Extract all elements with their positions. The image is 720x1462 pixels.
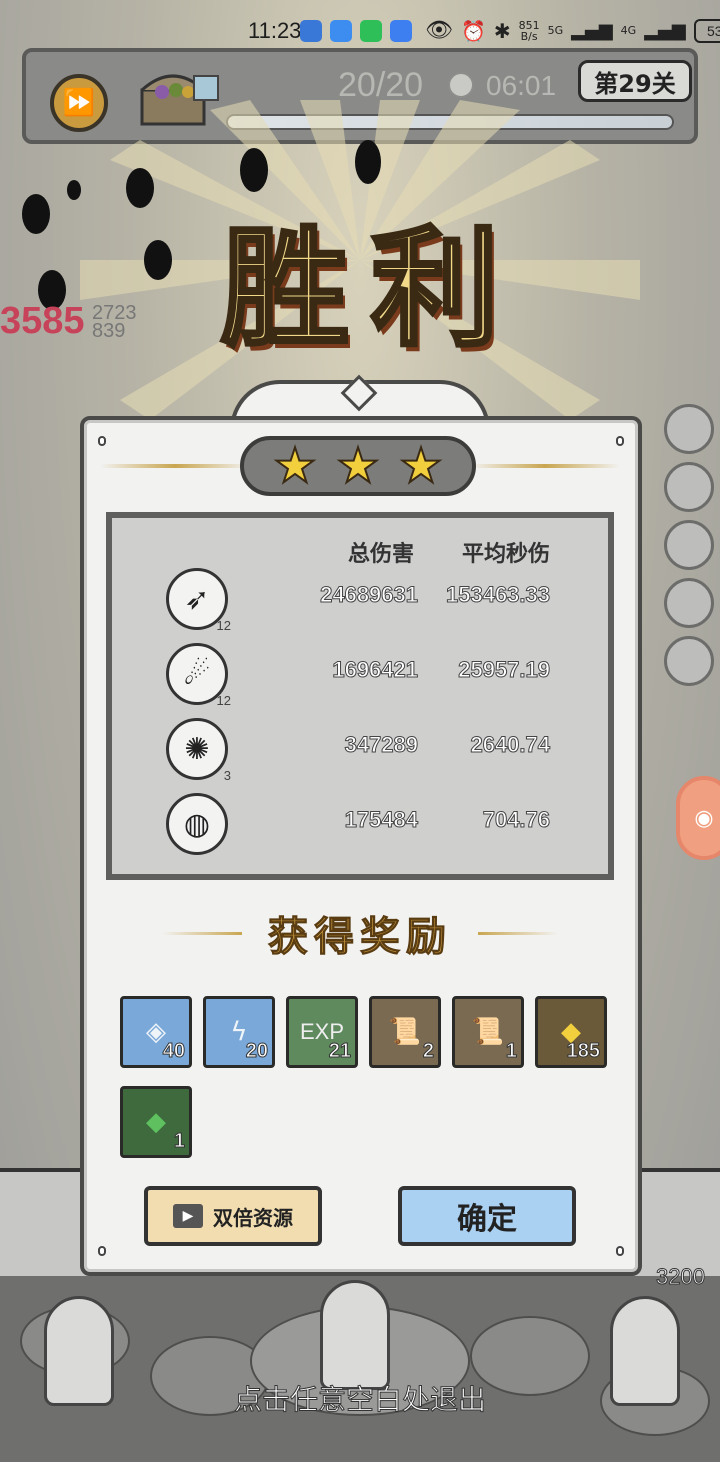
total-damage-value: 24689631 xyxy=(320,582,419,608)
skill-level: 3 xyxy=(223,768,231,783)
battery-indicator: 53 xyxy=(693,18,720,43)
scroll-hat-icon: 📜 xyxy=(388,1017,422,1047)
reward-item[interactable]: EXP 21 xyxy=(286,996,358,1068)
scroll-boot-icon: 📜 xyxy=(471,1017,505,1047)
fire-orb-skill-icon: ◍ xyxy=(166,793,228,855)
signal-5g: 5G xyxy=(547,24,564,37)
side-skill-icon[interactable] xyxy=(664,462,714,512)
floating-damage-number: 3585 xyxy=(0,300,85,342)
damage-stats-table: 总伤害 平均秒伤 ➶ 12 24689631 153463.33 ☄ 12 1696421 2… xyxy=(106,512,614,880)
header-total-damage: 总伤害 xyxy=(348,541,415,567)
signal-4g: 4G xyxy=(620,24,637,37)
voice-icon xyxy=(390,20,412,42)
reward-item[interactable]: 📜 1 xyxy=(452,996,524,1068)
wechat-icon xyxy=(360,20,382,42)
alarm-icon: ⏰ xyxy=(460,18,486,43)
main-hero xyxy=(320,1280,390,1390)
reward-count: 2 xyxy=(422,1040,434,1063)
clock-icon xyxy=(448,72,474,98)
victory-char-1: 胜 xyxy=(219,212,351,366)
victory-title: 胜 利 xyxy=(190,192,530,366)
record-button[interactable]: ◉ xyxy=(676,776,720,860)
double-resources-button[interactable]: ▶ 双倍资源 xyxy=(144,1186,322,1246)
message-icon xyxy=(330,20,352,42)
floating-damage-small: 2723 839 xyxy=(92,302,137,342)
avg-dps-value: 704.76 xyxy=(482,807,550,833)
arrow-streak-skill-icon: ☄ 12 xyxy=(166,643,231,708)
stats-row: ◍ 175484 704.76 xyxy=(112,793,608,863)
net-speed: 851 B/s xyxy=(518,18,540,43)
wall-hp: 3200 xyxy=(656,1264,706,1290)
star-icon: ★ xyxy=(399,438,444,494)
exit-hint[interactable]: 点击任意空白处退出 xyxy=(0,1378,720,1418)
reward-title: 获得奖励 xyxy=(268,913,452,961)
camera-icon: ◉ xyxy=(694,805,714,831)
side-skill-icon[interactable] xyxy=(664,404,714,454)
header-avg-dps: 平均秒伤 xyxy=(462,541,551,567)
level-label: 第29关 xyxy=(578,60,692,102)
side-skill-icon[interactable] xyxy=(664,578,714,628)
reward-item[interactable]: ϟ 20 xyxy=(203,996,275,1068)
side-skill-icon[interactable] xyxy=(664,636,714,686)
gold-divider-left xyxy=(100,464,250,468)
status-bar: 11:23 👁 ⏰ ✱ 851 B/s 5G ▂▄▆ 4G ▂▄▆ 53 xyxy=(0,14,720,50)
reward-count: 20 xyxy=(245,1040,268,1063)
signal-bars-icon: ▂▄▆ xyxy=(571,20,613,41)
gold-divider-right xyxy=(470,464,620,468)
battle-timer: 06:01 xyxy=(486,70,557,101)
side-skill-list xyxy=(664,404,714,686)
star-rating: ★ ★ ★ xyxy=(240,436,476,496)
reward-item[interactable]: ◆ 185 xyxy=(535,996,607,1068)
eye-icon: 👁 xyxy=(425,18,453,43)
ground xyxy=(0,1276,720,1462)
skill-level: 12 xyxy=(216,693,231,708)
signal-bars-icon: ▂▄▆ xyxy=(644,20,686,41)
total-damage-value: 175484 xyxy=(344,807,418,833)
video-play-icon: ▶ xyxy=(173,1204,203,1228)
reward-item[interactable]: ◈ 40 xyxy=(120,996,192,1068)
system-icons: 👁 ⏰ ✱ 851 B/s 5G ▂▄▆ 4G ▂▄▆ 53 xyxy=(425,18,720,43)
confirm-button[interactable]: 确定 xyxy=(398,1186,576,1246)
double-resources-label: 双倍资源 xyxy=(213,1205,293,1230)
reward-item[interactable]: 📜 2 xyxy=(369,996,441,1068)
triple-shot-skill-icon: ➶ 12 xyxy=(166,568,231,633)
avg-dps-value: 2640.74 xyxy=(470,732,551,758)
avg-dps-value: 25957.19 xyxy=(458,657,551,683)
reward-count: 1 xyxy=(173,1130,185,1153)
rivet xyxy=(616,1246,624,1256)
green-gem-icon: ◆ xyxy=(146,1107,166,1137)
stats-row: ✺ 3 347289 2640.74 xyxy=(112,718,608,788)
total-damage-value: 347289 xyxy=(344,732,418,758)
side-skill-icon[interactable] xyxy=(664,520,714,570)
reward-count: 40 xyxy=(162,1040,185,1063)
crystal-burst-skill-icon: ✺ 3 xyxy=(166,718,231,783)
star-icon: ★ xyxy=(272,438,317,494)
reward-count: 21 xyxy=(328,1040,351,1063)
rivet xyxy=(616,436,624,446)
clock-text: 11:23 xyxy=(248,18,302,43)
total-damage-value: 1696421 xyxy=(332,657,419,683)
notification-icons xyxy=(300,20,412,42)
victory-char-2: 利 xyxy=(369,212,501,366)
alipay-icon xyxy=(300,20,322,42)
stats-row: ☄ 12 1696421 25957.19 xyxy=(112,643,608,713)
reward-count: 1 xyxy=(505,1040,517,1063)
skill-level: 12 xyxy=(216,618,231,633)
reward-item[interactable]: ◆ 1 xyxy=(120,1086,192,1158)
stats-row: ➶ 12 24689631 153463.33 xyxy=(112,568,608,638)
avg-dps-value: 153463.33 xyxy=(446,582,551,608)
confirm-label: 确定 xyxy=(457,1202,517,1237)
star-icon: ★ xyxy=(335,438,380,494)
rivet xyxy=(98,436,106,446)
reward-count: 185 xyxy=(566,1040,600,1063)
bluetooth-icon: ✱ xyxy=(493,18,511,43)
rivet xyxy=(98,1246,106,1256)
